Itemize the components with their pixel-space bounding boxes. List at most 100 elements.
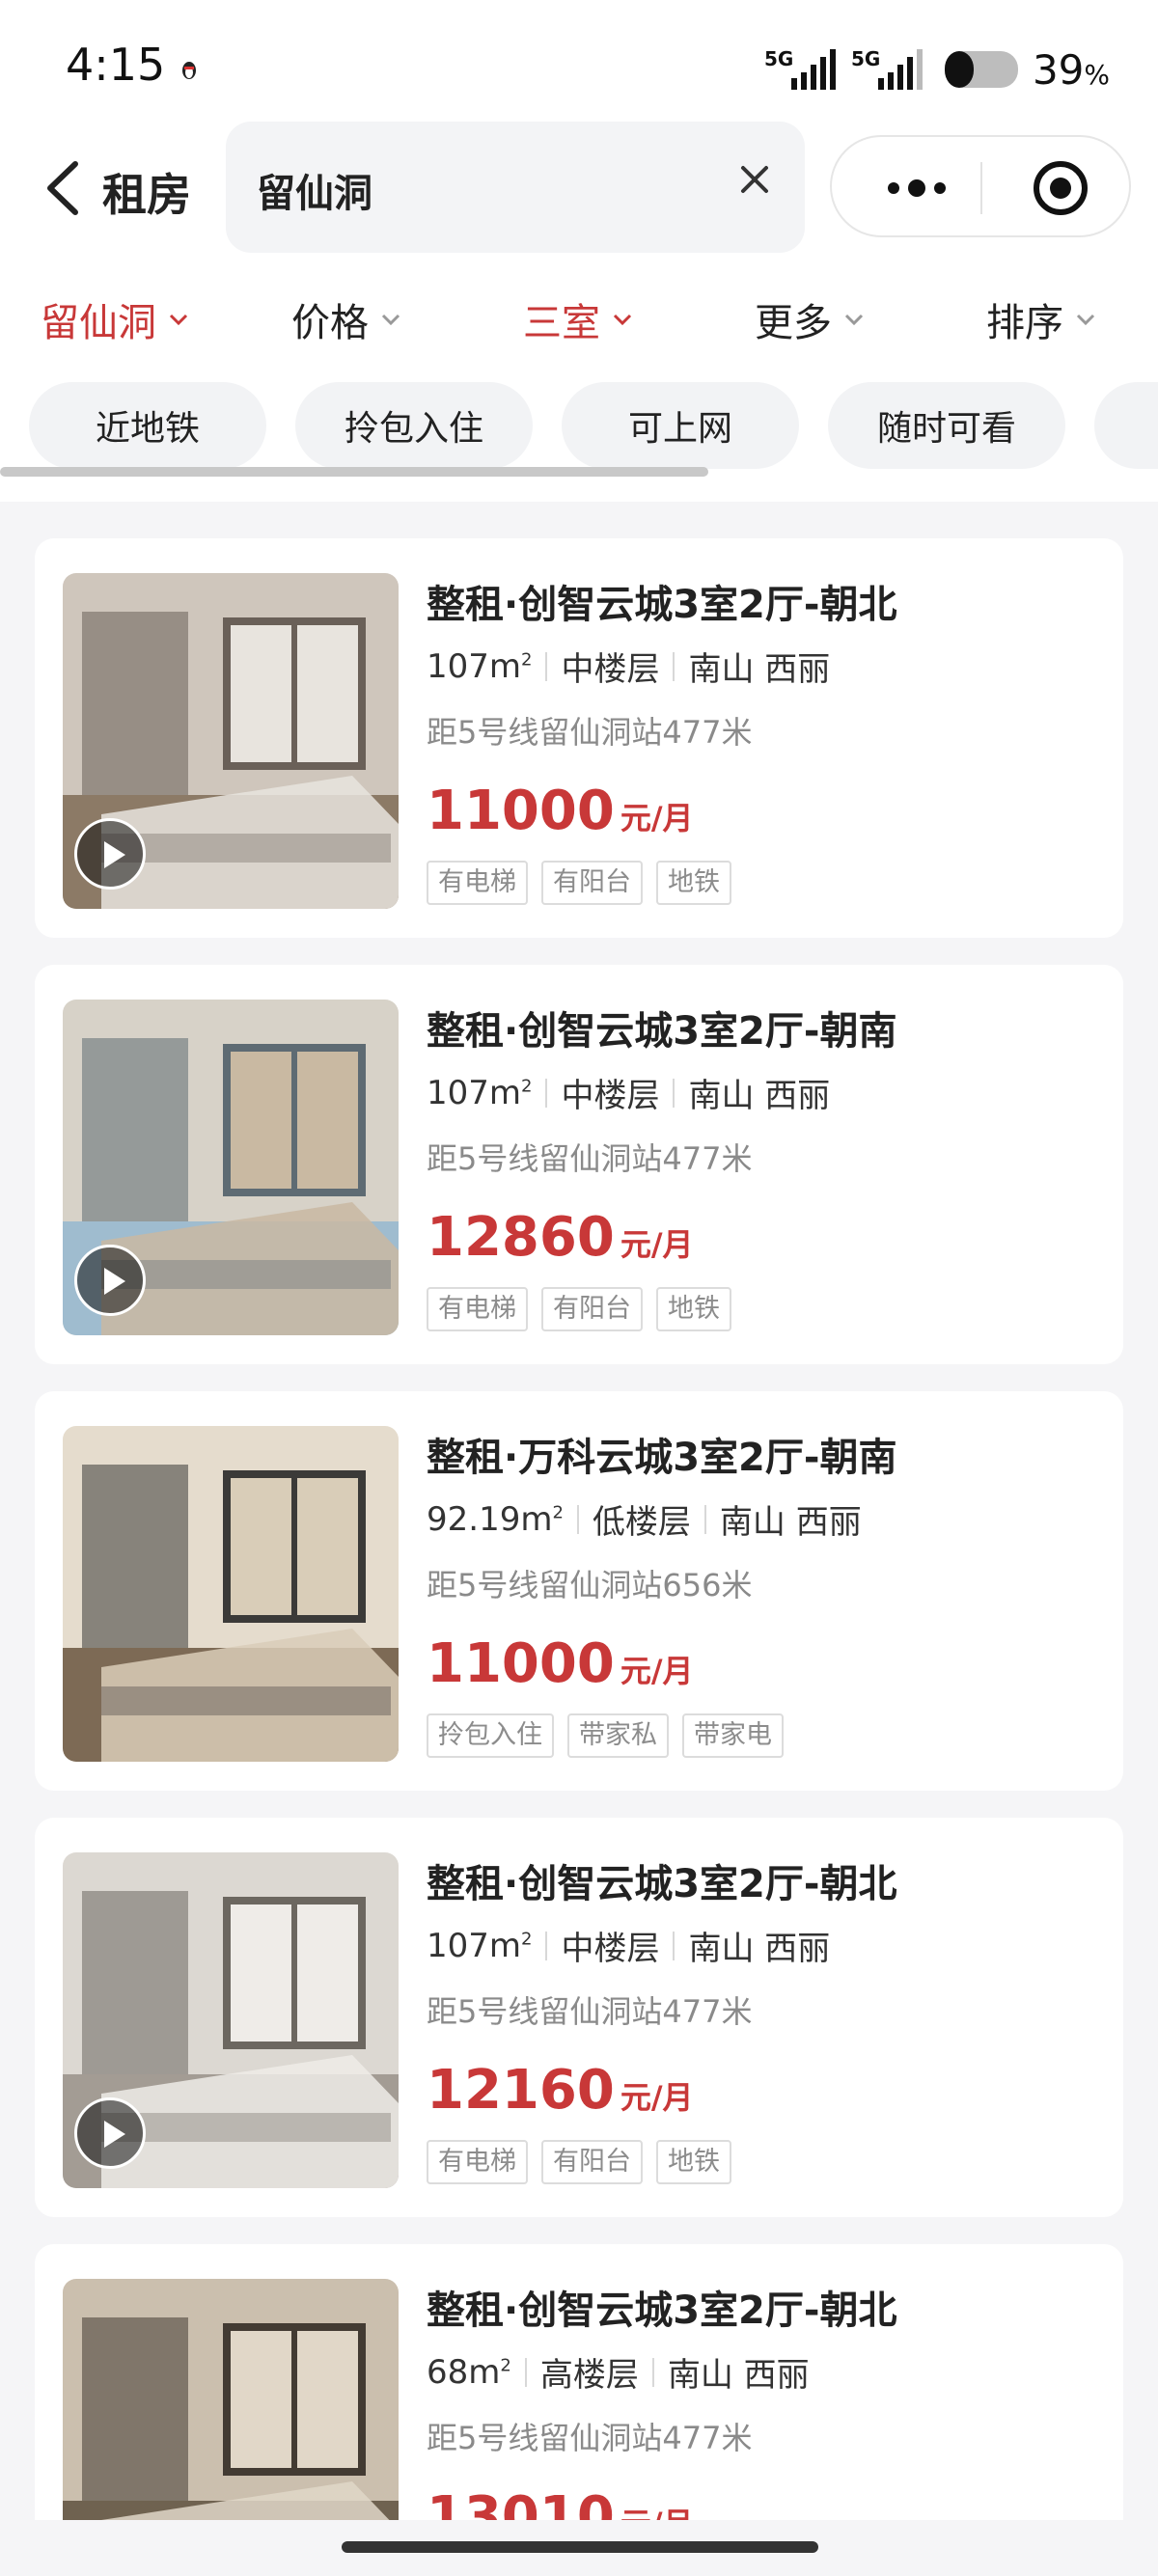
listing-price: 12860 元/月 bbox=[427, 1206, 694, 1269]
chip-view-anytime[interactable]: 随时可看 bbox=[828, 382, 1065, 469]
more-dots-icon[interactable] bbox=[878, 164, 955, 212]
listing-area: 107m2 bbox=[427, 1927, 532, 1965]
listing-distance: 距5号线留仙洞站477米 bbox=[427, 1993, 753, 2030]
search-value: 留仙洞 bbox=[257, 172, 372, 216]
listing-tags: 有电梯 有阳台 地铁 bbox=[427, 2140, 731, 2184]
meta-divider bbox=[673, 651, 676, 681]
chip-near-subway[interactable]: 近地铁 bbox=[29, 382, 266, 469]
play-video-icon[interactable] bbox=[74, 2097, 146, 2169]
filter-price[interactable]: 价格 bbox=[291, 291, 401, 347]
mini-program-capsule bbox=[830, 135, 1131, 237]
meta-divider bbox=[576, 1504, 579, 1534]
listing-tag: 有电梯 bbox=[427, 1287, 528, 1331]
listing-floor: 中楼层 bbox=[561, 1930, 660, 1968]
filter-location[interactable]: 留仙洞 bbox=[41, 291, 189, 347]
listing-tags: 有电梯 有阳台 地铁 bbox=[427, 1287, 731, 1331]
notification-penguin-icon bbox=[182, 62, 196, 79]
filter-sort[interactable]: 排序 bbox=[986, 291, 1096, 347]
chevron-down-icon bbox=[381, 314, 400, 326]
listing-tag: 有阳台 bbox=[541, 1287, 643, 1331]
listing-tag: 有阳台 bbox=[541, 2140, 643, 2184]
meta-divider bbox=[651, 2357, 654, 2387]
listing-tag: 地铁 bbox=[656, 861, 731, 905]
meta-divider bbox=[673, 1931, 676, 1960]
battery-percent: 39 bbox=[1032, 45, 1085, 94]
listing-meta: 68m2 高楼层 南山 西丽 bbox=[427, 2348, 810, 2396]
listing-meta: 107m2 中楼层 南山 西丽 bbox=[427, 1922, 830, 1969]
meta-divider bbox=[545, 1931, 548, 1960]
signal-1: 5G bbox=[764, 45, 841, 94]
listing-distance: 距5号线留仙洞站477米 bbox=[427, 714, 753, 751]
listing-photo[interactable] bbox=[63, 573, 399, 909]
listing-distance: 距5号线留仙洞站477米 bbox=[427, 1140, 753, 1177]
listing-distance: 距5号线留仙洞站656米 bbox=[427, 1567, 753, 1603]
listing-tags: 有电梯 有阳台 地铁 bbox=[427, 861, 731, 905]
listing-floor: 高楼层 bbox=[539, 2356, 639, 2395]
meta-divider bbox=[524, 2357, 527, 2387]
listing-area: 107m2 bbox=[427, 1074, 532, 1112]
listing-tags: 拎包入住 带家私 带家电 bbox=[427, 1713, 784, 1758]
chip-move-in-ready[interactable]: 拎包入住 bbox=[295, 382, 533, 469]
area-sup: 2 bbox=[500, 2355, 511, 2376]
listing-district: 南山 西丽 bbox=[688, 1930, 831, 1968]
area-sup: 2 bbox=[521, 1929, 533, 1950]
listing-price: 12160 元/月 bbox=[427, 2059, 694, 2122]
quick-filter-chips: 近地铁 拎包入住 可上网 随时可看 bbox=[0, 382, 1158, 475]
signal-bars-icon bbox=[790, 49, 836, 90]
filter-label: 价格 bbox=[291, 301, 369, 345]
price-value: 11000 bbox=[427, 780, 615, 842]
filter-more[interactable]: 更多 bbox=[755, 291, 865, 347]
listing-tag: 带家私 bbox=[567, 1713, 669, 1758]
signal-bars-icon bbox=[877, 49, 923, 90]
chip-internet[interactable]: 可上网 bbox=[562, 382, 799, 469]
listing-card[interactable]: 整租·万科云城3室2厅-朝南 92.19m2 低楼层 南山 西丽 距5号线留仙洞… bbox=[35, 1391, 1123, 1791]
meta-divider bbox=[545, 651, 548, 681]
price-unit: 元/月 bbox=[620, 1653, 694, 1689]
chevron-down-icon bbox=[844, 314, 864, 326]
listing-floor: 低楼层 bbox=[592, 1503, 691, 1542]
listing-photo[interactable] bbox=[63, 1852, 399, 2188]
listing-title: 整租·创智云城3室2厅-朝北 bbox=[427, 583, 897, 627]
area-value: 107m bbox=[427, 646, 522, 686]
listing-area: 107m2 bbox=[427, 647, 532, 686]
listing-distance: 距5号线留仙洞站477米 bbox=[427, 2420, 753, 2456]
listing-district: 南山 西丽 bbox=[688, 650, 831, 689]
capsule-divider bbox=[980, 162, 982, 214]
play-video-icon[interactable] bbox=[74, 1245, 146, 1316]
battery-level: 39% bbox=[1033, 46, 1110, 94]
chevron-left-icon[interactable] bbox=[41, 154, 85, 222]
play-video-icon[interactable] bbox=[74, 818, 146, 890]
listing-card[interactable]: 整租·创智云城3室2厅-朝南 107m2 中楼层 南山 西丽 距5号线留仙洞站4… bbox=[35, 965, 1123, 1364]
page-title: 租房 bbox=[102, 169, 191, 221]
listing-title: 整租·创智云城3室2厅-朝北 bbox=[427, 1862, 897, 1906]
area-value: 68m bbox=[427, 2352, 501, 2392]
listing-title: 整租·创智云城3室2厅-朝北 bbox=[427, 2288, 897, 2333]
listing-card[interactable]: 整租·创智云城3室2厅-朝北 107m2 中楼层 南山 西丽 距5号线留仙洞站4… bbox=[35, 1818, 1123, 2217]
listing-photo[interactable] bbox=[63, 1426, 399, 1762]
chip-overflow[interactable] bbox=[1094, 382, 1158, 469]
area-sup: 2 bbox=[552, 1502, 564, 1523]
chevron-down-icon bbox=[1076, 314, 1095, 326]
listing-title: 整租·创智云城3室2厅-朝南 bbox=[427, 1009, 897, 1054]
target-circle-icon[interactable] bbox=[1031, 158, 1090, 218]
price-unit: 元/月 bbox=[620, 2079, 694, 2116]
filter-label: 排序 bbox=[986, 301, 1063, 345]
listing-photo[interactable] bbox=[63, 1000, 399, 1335]
search-input[interactable]: 留仙洞 bbox=[226, 122, 805, 253]
chip-scrollbar[interactable] bbox=[0, 467, 708, 477]
meta-divider bbox=[703, 1504, 706, 1534]
meta-divider bbox=[545, 1078, 548, 1108]
status-time: 4:15 bbox=[66, 39, 166, 91]
status-indicators: 5G 5G 39% bbox=[764, 42, 1110, 96]
battery-icon bbox=[944, 51, 1018, 88]
listing-district: 南山 西丽 bbox=[719, 1503, 862, 1542]
price-value: 12860 bbox=[427, 1206, 615, 1269]
meta-divider bbox=[673, 1078, 676, 1108]
home-indicator[interactable] bbox=[342, 2541, 818, 2553]
filter-rooms[interactable]: 三室 bbox=[523, 291, 633, 347]
listing-card[interactable]: 整租·创智云城3室2厅-朝北 107m2 中楼层 南山 西丽 距5号线留仙洞站4… bbox=[35, 538, 1123, 938]
listing-meta: 107m2 中楼层 南山 西丽 bbox=[427, 1069, 830, 1116]
listing-title: 整租·万科云城3室2厅-朝南 bbox=[427, 1436, 897, 1480]
chevron-down-icon bbox=[613, 314, 632, 326]
close-icon[interactable] bbox=[735, 160, 774, 199]
